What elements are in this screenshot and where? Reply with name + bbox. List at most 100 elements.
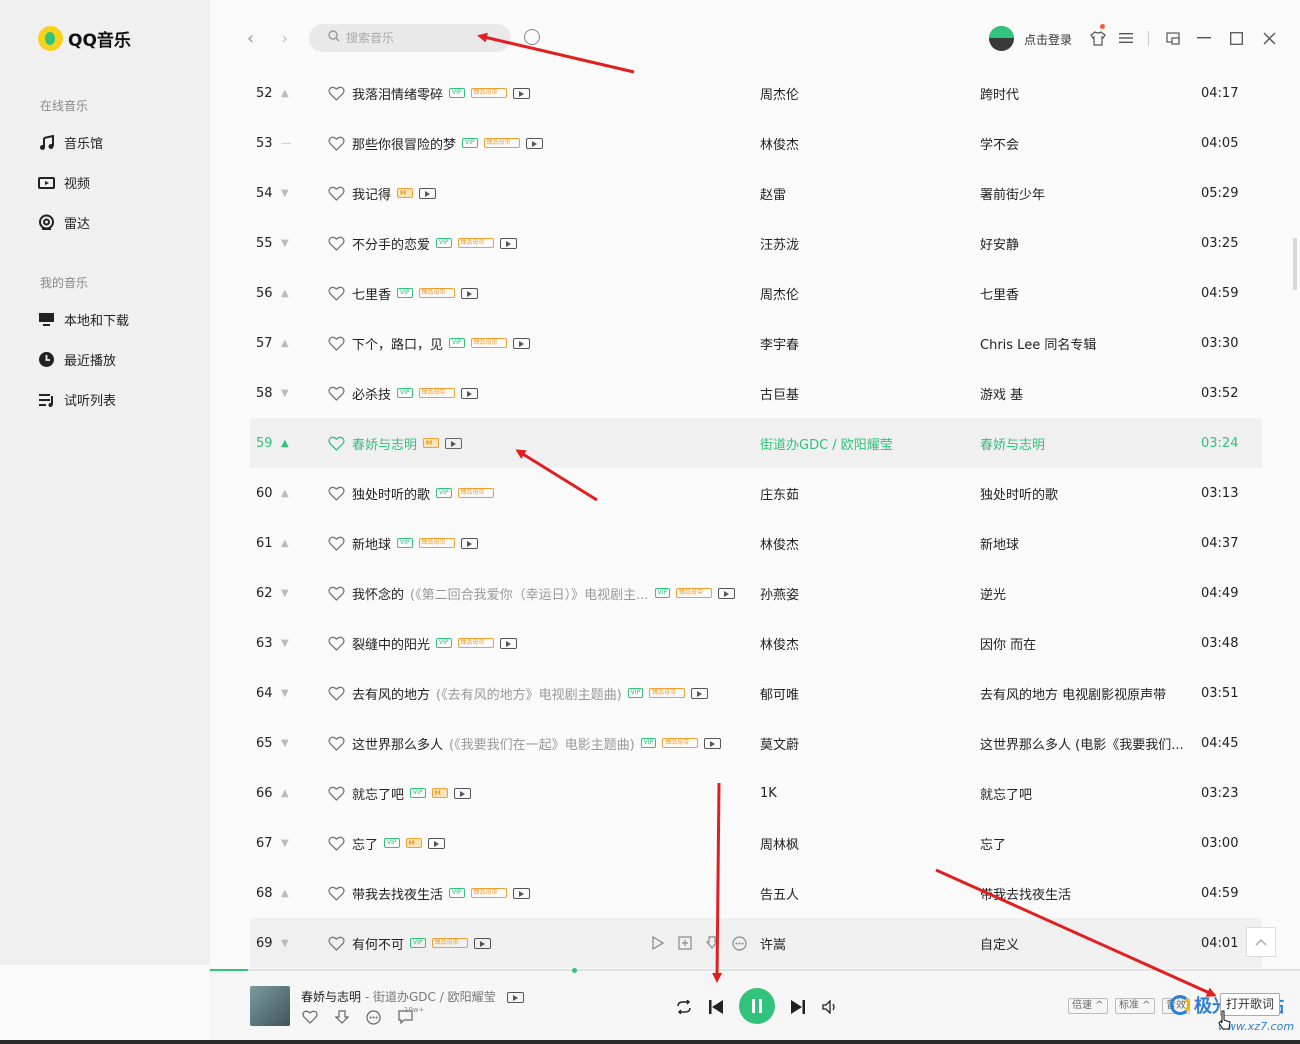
song-title[interactable]: 下个，路口，见 VIP 臻品母带 [352,334,530,353]
song-album[interactable]: 跨时代 [980,84,1019,103]
scrollbar[interactable] [1293,238,1297,290]
song-singer[interactable]: 郁可唯 [760,684,799,703]
song-album[interactable]: 自定义 [980,934,1019,953]
song-row[interactable]: 56 ▲ 七里香 VIP 臻品母带 周杰伦 七里香 04:59 [250,268,1262,318]
song-title[interactable]: 我落泪情绪零碎 VIP 臻品母带 [352,84,530,103]
search-box[interactable] [309,24,511,52]
login-link[interactable]: 点击登录 [1024,31,1072,48]
sidebar-item-video[interactable]: 视频 [38,173,90,192]
song-title[interactable]: 独处时听的歌 VIP 臻品母带 [352,484,494,503]
song-row[interactable]: 60 ▲ 独处时听的歌 VIP 臻品母带 庄东茹 独处时听的歌 03:13 [250,468,1262,518]
sidebar-item-radar[interactable]: 雷达 [38,213,90,232]
mv-icon[interactable] [525,137,543,149]
sidebar-item-recent[interactable]: 最近播放 [38,350,116,369]
skin-shirt-icon[interactable] [1089,29,1107,47]
mv-icon[interactable] [473,937,491,949]
song-album[interactable]: 游戏 基 [980,384,1023,403]
mv-icon[interactable] [704,737,722,749]
album-cover[interactable] [250,986,290,1026]
song-singer[interactable]: 1K [760,786,777,801]
sidebar-item-trial-list[interactable]: 试听列表 [38,390,116,409]
loop-mode-icon[interactable] [674,997,694,1017]
song-row[interactable]: 67 ▼ 忘了 VIP ◗◖ 周林枫 忘了 03:00 [250,818,1262,868]
song-title[interactable]: 新地球 VIP 臻品母带 [352,534,478,553]
like-heart-icon[interactable] [327,734,345,752]
song-title[interactable]: 我怀念的 (《第二回合我爱你（幸运日）》电视剧主... VIP 臻品母带 [352,584,735,603]
song-row[interactable]: 58 ▼ 必杀技 VIP 臻品母带 古巨基 游戏 基 03:52 [250,368,1262,418]
song-album[interactable]: 署前街少年 [980,184,1045,203]
like-heart-icon[interactable] [327,834,345,852]
like-heart-icon[interactable] [327,284,345,302]
like-heart-icon[interactable] [327,384,345,402]
song-row[interactable]: 61 ▲ 新地球 VIP 臻品母带 林俊杰 新地球 04:37 [250,518,1262,568]
song-album[interactable]: 这世界那么多人 (电影《我要我们... [980,734,1184,753]
search-input[interactable] [346,31,496,45]
song-row[interactable]: 59 ▲ 春娇与志明 ◗◖ 街道办GDC / 欧阳耀莹 春娇与志明 03:24 [250,418,1262,468]
song-title[interactable]: 我记得 ◗◖ [352,184,437,203]
song-album[interactable]: 去有风的地方 电视剧影视原声带 [980,684,1166,703]
song-singer[interactable]: 告五人 [760,884,799,903]
song-singer[interactable]: 李宇春 [760,334,799,353]
mv-icon[interactable] [460,387,478,399]
song-singer[interactable]: 林俊杰 [760,134,799,153]
maximize-icon[interactable] [1227,29,1245,47]
next-track-icon[interactable] [788,997,808,1017]
back-to-top-button[interactable] [1246,927,1276,957]
mv-icon[interactable] [445,437,463,449]
like-heart-icon[interactable] [327,684,345,702]
mv-icon[interactable] [453,787,471,799]
forward-arrow-icon[interactable]: › [281,28,288,49]
song-title[interactable]: 不分手的恋爱 VIP 臻品母带 [352,234,517,253]
more-icon[interactable] [731,935,747,951]
song-title[interactable]: 带我去找夜生活 VIP 臻品母带 [352,884,530,903]
song-row[interactable]: 66 ▲ 就忘了吧 VIP ◗◖ 1K 就忘了吧 03:23 [250,768,1262,818]
mv-icon[interactable] [460,537,478,549]
mv-icon[interactable] [512,887,530,899]
song-row[interactable]: 53 — 那些你很冒险的梦 VIP 臻品母带 林俊杰 学不会 04:05 [250,118,1262,168]
mv-icon[interactable] [691,687,709,699]
volume-icon[interactable] [820,997,840,1017]
song-album[interactable]: 因你 而在 [980,634,1036,653]
play-icon[interactable] [650,935,666,951]
like-heart-icon[interactable] [327,534,345,552]
add-to-list-icon[interactable] [677,935,693,951]
song-album[interactable]: Chris Lee 同名专辑 [980,334,1096,353]
song-row[interactable]: 63 ▼ 裂缝中的阳光 VIP 臻品母带 林俊杰 因你 而在 03:48 [250,618,1262,668]
now-playing-artist[interactable]: 街道办GDC / 欧阳耀莹 [373,990,496,1004]
song-title[interactable]: 那些你很冒险的梦 VIP 臻品母带 [352,134,543,153]
download-icon[interactable] [333,1008,351,1026]
menu-icon[interactable] [1117,29,1135,47]
song-title[interactable]: 忘了 VIP ◗◖ [352,834,445,853]
song-singer[interactable]: 周杰伦 [760,284,799,303]
song-title[interactable]: 就忘了吧 VIP ◗◖ [352,784,471,803]
song-row[interactable]: 64 ▼ 去有风的地方 (《去有风的地方》电视剧主题曲) VIP 臻品母带 郁可唯 去… [250,668,1262,718]
like-heart-icon[interactable] [327,634,345,652]
song-singer[interactable]: 周林枫 [760,834,799,853]
song-album[interactable]: 新地球 [980,534,1019,553]
song-row[interactable]: 52 ▲ 我落泪情绪零碎 VIP 臻品母带 周杰伦 跨时代 04:17 [250,68,1262,118]
song-title[interactable]: 有何不可 VIP 臻品母带 [352,934,491,953]
song-singer[interactable]: 孙燕姿 [760,584,799,603]
song-album[interactable]: 好安静 [980,234,1019,253]
previous-track-icon[interactable] [706,997,726,1017]
like-heart-icon[interactable] [327,184,345,202]
song-title[interactable]: 去有风的地方 (《去有风的地方》电视剧主题曲) VIP 臻品母带 [352,684,709,703]
song-album[interactable]: 忘了 [980,834,1006,853]
progress-handle[interactable] [572,968,577,973]
song-singer[interactable]: 汪苏泷 [760,234,799,253]
song-album[interactable]: 就忘了吧 [980,784,1032,803]
song-singer[interactable]: 林俊杰 [760,634,799,653]
more-icon[interactable] [364,1008,382,1026]
minimize-icon[interactable] [1195,29,1213,47]
song-row[interactable]: 65 ▼ 这世界那么多人 (《我要我们在一起》电影主题曲) VIP 臻品母带 莫文蔚 … [250,718,1262,768]
voice-search-icon[interactable] [524,29,540,45]
mv-icon[interactable] [507,992,525,1003]
song-title[interactable]: 这世界那么多人 (《我要我们在一起》电影主题曲) VIP 臻品母带 [352,734,722,753]
song-singer[interactable]: 古巨基 [760,384,799,403]
song-title[interactable]: 裂缝中的阳光 VIP 臻品母带 [352,634,517,653]
app-logo[interactable]: QQ音乐 [38,26,131,51]
download-icon[interactable] [704,935,720,951]
song-title[interactable]: 必杀技 VIP 臻品母带 [352,384,478,403]
song-title[interactable]: 七里香 VIP 臻品母带 [352,284,478,303]
quality-button[interactable]: 标准 ^ [1115,998,1155,1014]
